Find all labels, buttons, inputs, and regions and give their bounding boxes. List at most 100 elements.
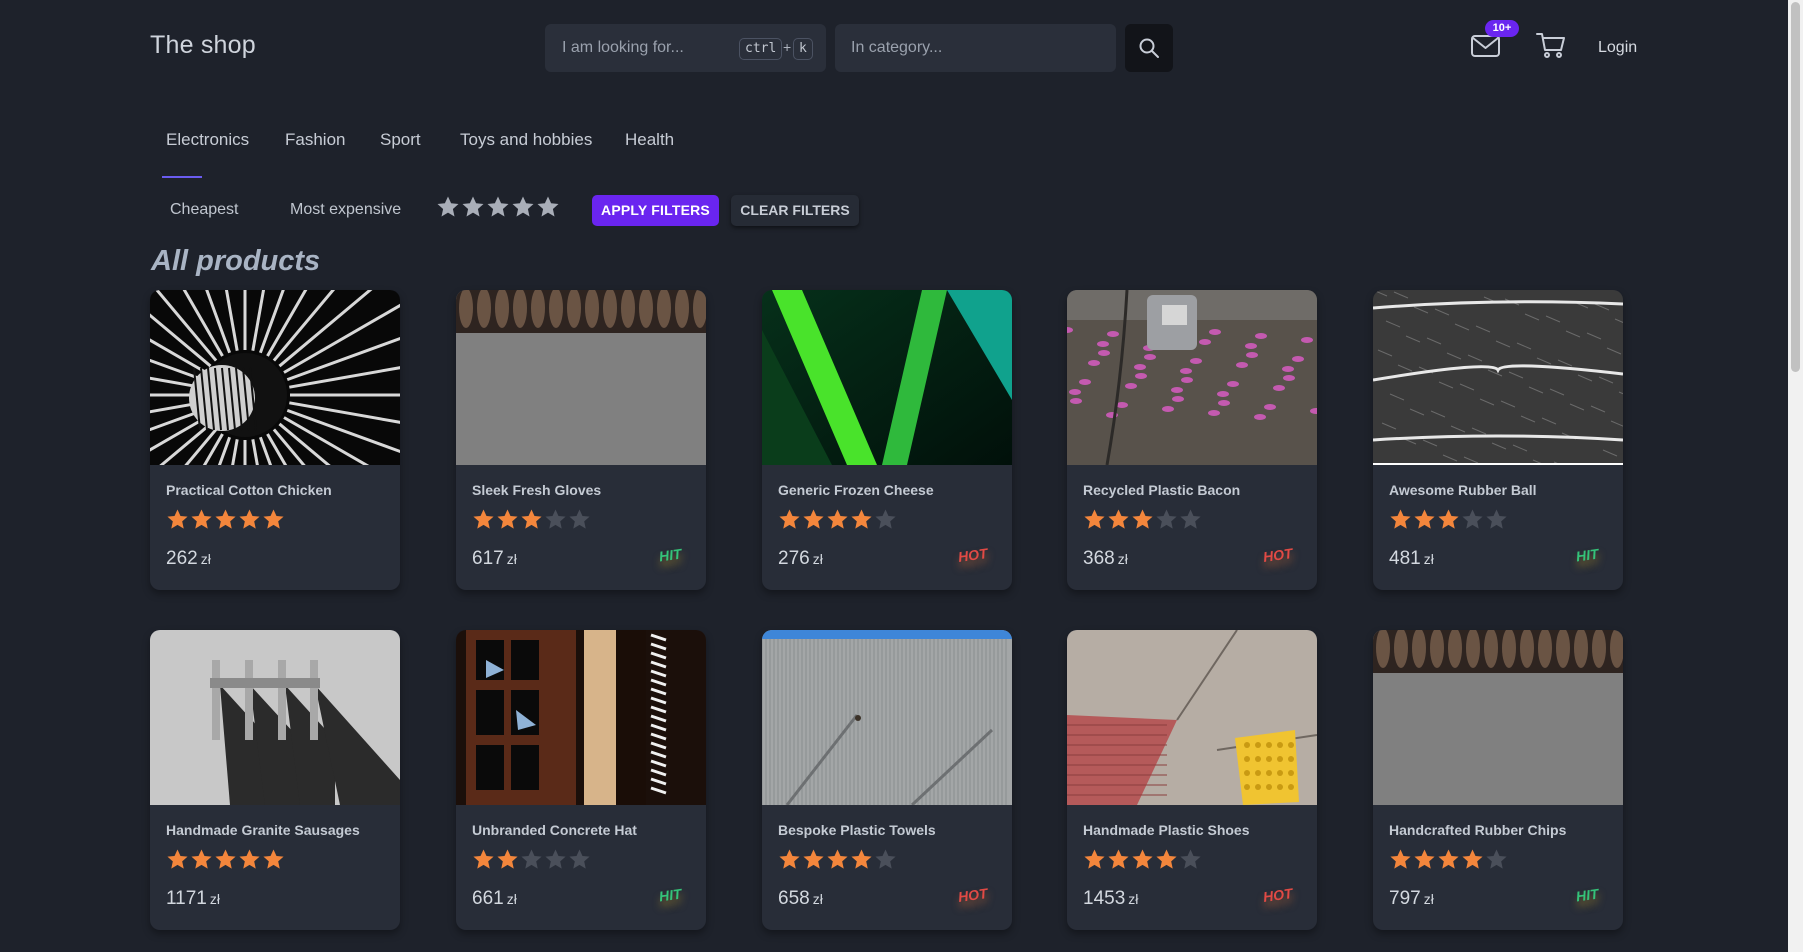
messages-count-badge: 10+ [1485,20,1519,37]
product-card[interactable]: Bespoke Plastic Towels 658 zł HOT [762,630,1012,930]
star-icon [1083,509,1106,535]
rating-filter-star-icon[interactable] [486,196,510,223]
price-value: 481 [1389,548,1421,569]
product-card[interactable]: Practical Cotton Chicken 262 zł [150,290,400,590]
rating-filter[interactable] [436,195,561,224]
product-price: 1453 zł [1083,888,1138,910]
product-name[interactable]: Bespoke Plastic Towels [778,822,936,838]
star-icon [802,509,825,535]
star-icon [1389,849,1412,875]
rating-filter-star-icon[interactable] [511,196,535,223]
product-rating [1083,508,1203,536]
star-icon [778,849,801,875]
product-card[interactable]: Generic Frozen Cheese 276 zł HOT [762,290,1012,590]
login-link[interactable]: Login [1598,39,1637,57]
rating-filter-star-icon[interactable] [536,196,560,223]
star-icon [1155,849,1178,875]
price-value: 661 [472,888,504,909]
price-currency: zł [812,891,823,907]
rating-filter-star-icon[interactable] [436,196,460,223]
product-image[interactable] [1067,630,1317,805]
product-rating [1389,508,1509,536]
product-name[interactable]: Sleek Fresh Gloves [472,482,601,498]
product-image[interactable] [150,290,400,590]
star-icon [826,849,849,875]
product-card[interactable]: Handcrafted Rubber Chips 797 zł HIT [1373,630,1623,930]
product-image[interactable] [150,630,400,805]
star-icon [568,509,591,535]
product-rating [778,508,898,536]
product-rating [778,848,898,876]
product-name[interactable]: Unbranded Concrete Hat [472,822,637,838]
search-button[interactable] [1125,24,1173,72]
price-currency: zł [200,551,211,567]
star-icon [544,509,567,535]
product-name[interactable]: Awesome Rubber Ball [1389,482,1537,498]
product-tag-badge: HOT [957,885,989,905]
product-name[interactable]: Generic Frozen Cheese [778,482,934,498]
search-input[interactable]: I am looking for... ctrl + k [545,24,826,72]
star-icon [1131,849,1154,875]
product-name[interactable]: Practical Cotton Chicken [166,482,332,498]
price-value: 797 [1389,888,1421,909]
star-icon [262,849,285,875]
tab-sport[interactable]: Sport [380,130,421,150]
scrollbar-thumb[interactable] [1791,2,1800,372]
star-icon [568,849,591,875]
shortcut-key-k: k [793,38,813,60]
star-icon [1437,849,1460,875]
shortcut-key-ctrl: ctrl [739,38,783,60]
star-icon [1083,849,1106,875]
product-card[interactable]: Sleek Fresh Gloves 617 zł HIT [456,290,706,590]
product-card[interactable]: Unbranded Concrete Hat 661 zł HIT [456,630,706,930]
product-image[interactable] [762,630,1012,807]
category-input[interactable]: In category... [835,24,1116,72]
tab-toys-and-hobbies[interactable]: Toys and hobbies [460,130,592,150]
product-image[interactable] [456,630,706,805]
cart-button[interactable] [1535,29,1567,61]
tab-health[interactable]: Health [625,130,674,150]
price-currency: zł [506,891,517,907]
sort-most-expensive[interactable]: Most expensive [290,201,401,219]
product-image[interactable] [456,290,706,465]
star-icon [1413,509,1436,535]
product-tag-badge: HOT [957,545,989,565]
product-rating [1389,848,1509,876]
star-icon [262,509,285,535]
product-image[interactable] [1373,630,1623,805]
tab-fashion[interactable]: Fashion [285,130,345,150]
product-name[interactable]: Handmade Granite Sausages [166,822,360,838]
product-price: 1171 zł [166,888,220,910]
product-card[interactable]: Awesome Rubber Ball 481 zł HIT [1373,290,1623,590]
product-rating [166,508,286,536]
product-card[interactable]: Handmade Plastic Shoes 1453 zł HOT [1067,630,1317,930]
product-image[interactable] [1067,290,1317,466]
product-price: 661 zł [472,888,517,910]
star-icon [472,849,495,875]
product-price: 658 zł [778,888,823,910]
product-card[interactable]: Handmade Granite Sausages 1171 zł [150,630,400,930]
sort-cheapest[interactable]: Cheapest [170,201,239,219]
star-icon [802,849,825,875]
star-icon [496,849,519,875]
product-image[interactable] [1373,290,1623,469]
star-icon [1485,849,1508,875]
price-currency: zł [506,551,517,567]
rating-filter-star-icon[interactable] [461,196,485,223]
product-name[interactable]: Handmade Plastic Shoes [1083,822,1250,838]
product-card[interactable]: Recycled Plastic Bacon 368 zł HOT [1067,290,1317,590]
tab-electronics[interactable]: Electronics [166,130,249,150]
clear-filters-button[interactable]: CLEAR FILTERS [731,195,859,226]
product-name[interactable]: Recycled Plastic Bacon [1083,482,1240,498]
star-icon [238,849,261,875]
product-tag-badge: HOT [1262,885,1294,905]
star-icon [1413,849,1436,875]
product-name[interactable]: Handcrafted Rubber Chips [1389,822,1566,838]
star-icon [1179,509,1202,535]
product-image[interactable] [762,290,1012,465]
product-price: 617 zł [472,548,517,570]
apply-filters-button[interactable]: APPLY FILTERS [592,195,719,226]
star-icon [520,509,543,535]
star-icon [1485,509,1508,535]
shop-logo[interactable]: The shop [150,31,256,60]
